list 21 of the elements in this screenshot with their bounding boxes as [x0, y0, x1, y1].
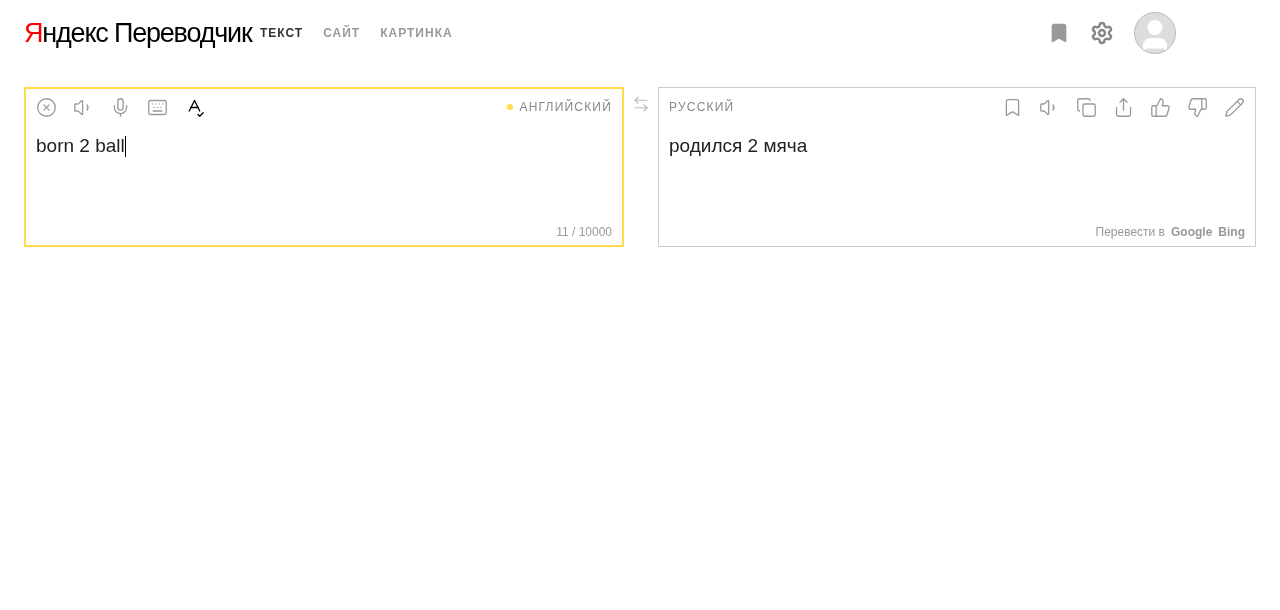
translate-in-label: Перевести в: [1095, 225, 1165, 239]
translation-text: родился 2 мяча: [669, 135, 809, 157]
nav-tab[interactable]: КАРТИНКА: [380, 26, 453, 40]
logo[interactable]: Яндекс Переводчик: [24, 17, 260, 49]
input-field[interactable]: born 2 ball: [36, 135, 612, 157]
source-language[interactable]: АНГЛИЙСКИЙ: [507, 100, 612, 114]
thumbs-down-icon[interactable]: [1187, 96, 1208, 118]
char-counter: 11 / 10000: [556, 225, 612, 239]
swap-icon[interactable]: [632, 95, 650, 113]
thumbs-up-icon[interactable]: [1150, 96, 1171, 118]
engine-link[interactable]: Bing: [1218, 225, 1245, 239]
engine-link[interactable]: Google: [1171, 225, 1213, 239]
target-language[interactable]: РУССКИЙ: [669, 100, 735, 114]
clear-icon[interactable]: [36, 96, 57, 118]
pencil-icon[interactable]: [1224, 96, 1245, 118]
avatar[interactable]: [1134, 12, 1176, 54]
share-icon[interactable]: [1113, 96, 1134, 118]
settings-icon[interactable]: [1090, 21, 1114, 45]
nav-tab[interactable]: САЙТ: [323, 26, 361, 40]
copy-icon[interactable]: [1076, 96, 1097, 118]
nav-tab[interactable]: ТЕКСТ: [260, 26, 304, 40]
